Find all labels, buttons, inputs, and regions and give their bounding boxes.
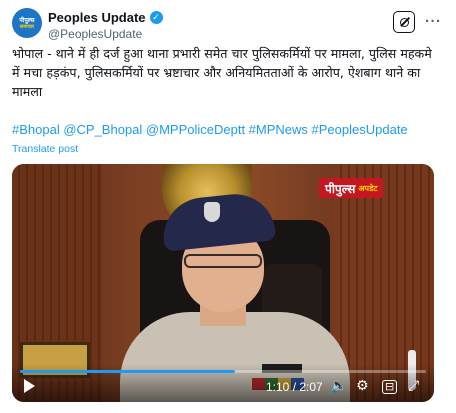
cap-badge-image (204, 202, 220, 222)
translate-post-link[interactable]: Translate post (12, 143, 78, 155)
avatar-text-bottom: समाचार (19, 23, 35, 30)
play-icon[interactable] (24, 379, 35, 393)
avatar[interactable]: पीपुल्स समाचार (12, 8, 42, 38)
volume-icon[interactable]: 🔈 (330, 378, 347, 394)
author-name[interactable]: Peoples Update (48, 10, 146, 25)
grok-icon[interactable] (393, 11, 415, 33)
video-progress-fill (20, 370, 236, 373)
captions-icon[interactable]: ⊟ (382, 380, 398, 394)
video-player[interactable]: पीपुल्स अपडेट 1:10 / 2:07 🔈 ⚙ ⊟ ⤢ (12, 164, 434, 402)
author-handle[interactable]: @PeoplesUpdate (48, 27, 163, 41)
author-block: Peoples Update ✓ @PeoplesUpdate (48, 10, 163, 41)
logo-main-text: पीपुल्स (325, 181, 356, 196)
post-text: भोपाल - थाने में ही दर्ज हुआ थाना प्रभार… (12, 46, 432, 99)
more-icon[interactable]: ··· (425, 13, 442, 30)
avatar-text-top: पीपुल्स (19, 16, 35, 24)
video-progress-bar[interactable] (20, 370, 426, 373)
settings-icon[interactable]: ⚙ (356, 378, 369, 394)
author-name-row[interactable]: Peoples Update ✓ (48, 10, 163, 25)
logo-sub-text: अपडेट (358, 183, 378, 193)
post-card: पीपुल्स समाचार Peoples Update ✓ @Peoples… (0, 0, 456, 413)
video-time: 1:10 / 2:07 (266, 380, 323, 394)
post-hashtags[interactable]: #Bhopal @CP_Bhopal @MPPoliceDeptt #MPNew… (12, 122, 408, 137)
fullscreen-icon[interactable]: ⤢ (408, 378, 419, 394)
channel-logo: पीपुल्स अपडेट (319, 178, 384, 198)
verified-badge-icon: ✓ (149, 11, 163, 24)
officer-glasses-image (184, 254, 262, 268)
